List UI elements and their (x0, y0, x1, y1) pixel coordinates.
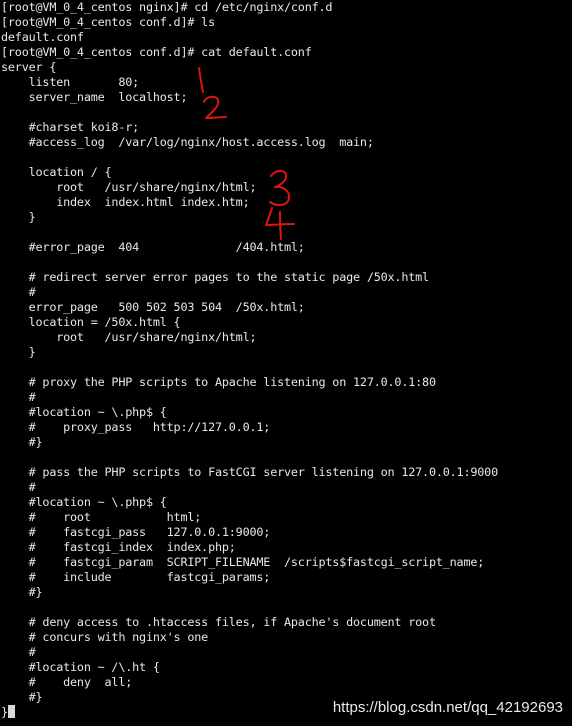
terminal-line: #} (1, 585, 43, 599)
terminal-line: #charset koi8-r; (1, 120, 140, 134)
terminal-line: [root@VM_0_4_centos nginx]# cd /etc/ngin… (1, 0, 333, 14)
terminal-line: [root@VM_0_4_centos conf.d]# cat default… (1, 45, 312, 59)
terminal-line: #location ~ \.php$ { (1, 495, 167, 509)
terminal-line: server { (1, 60, 57, 74)
terminal-line: #location ~ \.php$ { (1, 405, 167, 419)
terminal-line: # proxy the PHP scripts to Apache listen… (1, 375, 436, 389)
terminal-line: root /usr/share/nginx/html; (1, 330, 257, 344)
terminal-line: # deny access to .htaccess files, if Apa… (1, 615, 436, 629)
terminal-line: } (1, 345, 36, 359)
terminal-line: #access_log /var/log/nginx/host.access.l… (1, 135, 374, 149)
terminal-line: # concurs with nginx's one (1, 630, 209, 644)
annotation-mark-2 (203, 95, 227, 119)
terminal-line: # root html; (1, 510, 202, 524)
terminal-line: # include fastcgi_params; (1, 570, 271, 584)
terminal-line: #error_page 404 /404.html; (1, 240, 305, 254)
terminal-line: # deny all; (1, 675, 133, 689)
terminal-line: [root@VM_0_4_centos conf.d]# ls (1, 15, 215, 29)
annotation-mark-4 (265, 207, 295, 240)
terminal-line: error_page 500 502 503 504 /50x.html; (1, 300, 305, 314)
terminal-line: # proxy_pass http://127.0.0.1; (1, 420, 271, 434)
terminal-line: default.conf (1, 30, 84, 44)
terminal-line: # pass the PHP scripts to FastCGI server… (1, 465, 499, 479)
text-cursor (7, 705, 15, 718)
terminal-line: server_name localhost; (1, 90, 188, 104)
terminal-line: # (1, 390, 36, 404)
terminal-line: # redirect server error pages to the sta… (1, 270, 430, 284)
terminal-line: } (1, 210, 36, 224)
terminal-line: location = /50x.html { (1, 315, 181, 329)
terminal-line: listen 80; (1, 75, 140, 89)
terminal-line: # (1, 480, 36, 494)
terminal-line: root /usr/share/nginx/html; (1, 180, 257, 194)
terminal-window[interactable]: [root@VM_0_4_centos nginx]# cd /etc/ngin… (0, 0, 572, 726)
terminal-line: # (1, 285, 36, 299)
terminal-output: [root@VM_0_4_centos nginx]# cd /etc/ngin… (1, 0, 498, 720)
terminal-line: index index.html index.htm; (1, 195, 250, 209)
terminal-line: # fastcgi_param SCRIPT_FILENAME /scripts… (1, 555, 485, 569)
terminal-line: #} (1, 435, 43, 449)
terminal-line: #location ~ /\.ht { (1, 660, 160, 674)
terminal-line: # fastcgi_index index.php; (1, 540, 236, 554)
terminal-line: # (1, 645, 36, 659)
terminal-line: location / { (1, 165, 112, 179)
watermark-text: https://blog.csdn.net/qq_42192693 (332, 699, 563, 716)
terminal-line: # fastcgi_pass 127.0.0.1:9000; (1, 525, 271, 539)
